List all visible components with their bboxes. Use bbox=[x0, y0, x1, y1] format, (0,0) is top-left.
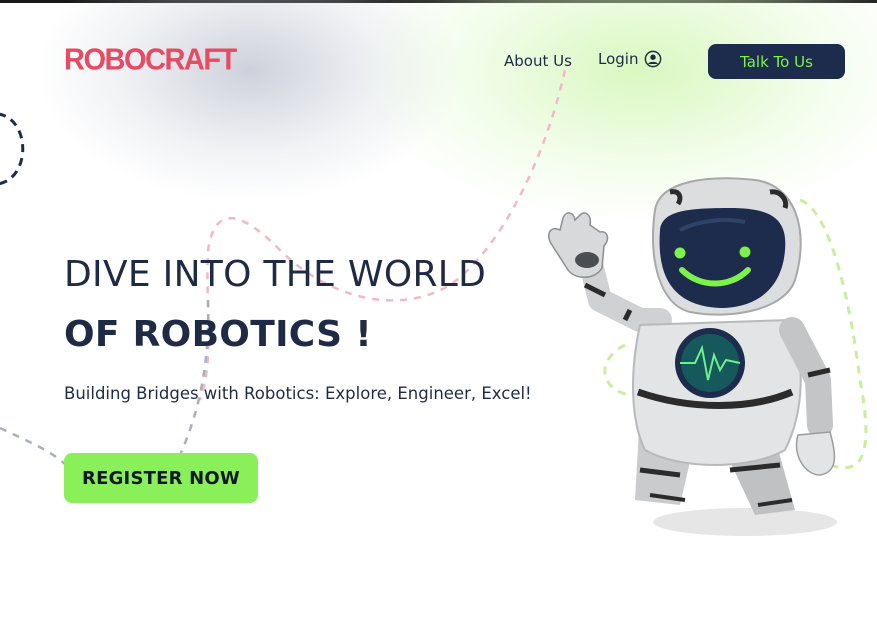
hero-subtitle: Building Bridges with Robotics: Explore,… bbox=[64, 384, 532, 403]
talk-to-us-button[interactable]: Talk To Us bbox=[708, 44, 845, 79]
nav-login-link[interactable]: Login bbox=[598, 50, 662, 68]
waving-robot-illustration bbox=[548, 177, 837, 536]
hero-title-line-2: OF ROBOTICS ! bbox=[64, 314, 372, 355]
user-circle-icon bbox=[645, 50, 662, 68]
brand-logo[interactable]: ROBOCRAFT bbox=[64, 43, 237, 78]
hero-title-line-1: DIVE INTO THE WORLD bbox=[64, 254, 487, 295]
login-label: Login bbox=[598, 50, 639, 68]
hero-title-strong: ROBOTICS ! bbox=[132, 314, 372, 355]
hero-title-prefix: OF bbox=[64, 314, 133, 355]
register-now-button[interactable]: REGISTER NOW bbox=[64, 453, 258, 503]
nav-link-about-us[interactable]: About Us bbox=[504, 52, 572, 70]
